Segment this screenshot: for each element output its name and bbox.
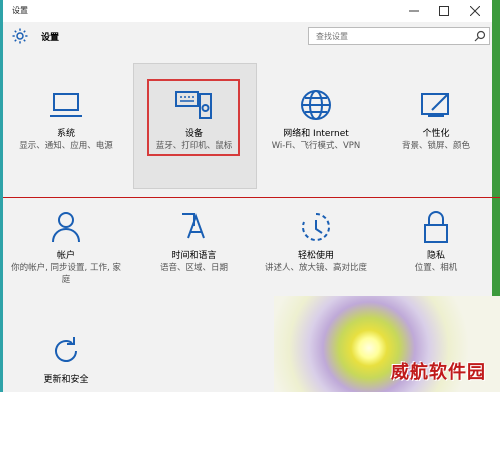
page-title: 设置 <box>41 33 60 43</box>
red-divider-line <box>3 197 500 198</box>
refresh-icon <box>55 337 77 362</box>
search-icon[interactable] <box>474 30 486 42</box>
maximize-icon <box>439 6 449 16</box>
title-bar: 设置 <box>3 0 492 22</box>
tile-label: 设备 <box>184 129 203 139</box>
lock-icon <box>424 211 448 243</box>
person-icon <box>52 212 80 243</box>
tile-label: 轻松使用 <box>297 251 334 261</box>
ease-of-access-icon <box>302 213 330 241</box>
tile-description: Wi-Fi、飞行模式、VPN <box>271 141 361 151</box>
settings-header: 设置 <box>3 22 492 52</box>
tile-system[interactable]: 系统 显示、通知、应用、电源 <box>5 88 127 210</box>
maximize-button[interactable] <box>429 0 459 22</box>
tile-label: 个性化 <box>422 129 450 139</box>
search-input[interactable] <box>309 28 466 44</box>
tile-label: 时间和语言 <box>171 251 217 261</box>
tile-description: 你的帐户, 同步设置, 工作, 家庭 <box>11 263 121 285</box>
minimize-icon <box>409 10 419 12</box>
watermark-image: 威航软件园 <box>274 296 500 392</box>
tile-description: 背景、锁屏、颜色 <box>401 141 470 151</box>
tile-description: 语音、区域、日期 <box>159 263 228 273</box>
window-title: 设置 <box>12 6 28 15</box>
close-button[interactable] <box>460 0 490 22</box>
globe-icon <box>301 90 331 120</box>
tile-description: 位置、相机 <box>414 263 458 273</box>
tile-description: 蓝牙、打印机、鼠标 <box>155 141 233 151</box>
laptop-icon <box>50 93 82 117</box>
tile-description: 显示、通知、应用、电源 <box>19 141 113 151</box>
tile-network[interactable]: 网络和 Internet Wi-Fi、飞行模式、VPN <box>255 88 377 210</box>
paintbrush-icon <box>421 93 449 117</box>
tile-label: 系统 <box>56 129 75 139</box>
time-language-icon <box>182 213 205 239</box>
keyboard-speaker-icon <box>175 91 212 119</box>
tile-devices[interactable]: 设备 蓝牙、打印机、鼠标 <box>133 88 255 210</box>
close-icon <box>470 6 480 16</box>
search-box[interactable] <box>308 27 490 45</box>
tile-label: 帐户 <box>56 251 75 261</box>
tile-label: 隐私 <box>426 251 445 261</box>
tile-update-security[interactable]: 更新和安全 <box>5 334 127 456</box>
minimize-button[interactable] <box>399 0 429 22</box>
tile-personalization[interactable]: 个性化 背景、锁屏、颜色 <box>375 88 497 210</box>
gear-icon <box>12 28 28 44</box>
tile-label: 网络和 Internet <box>283 129 349 139</box>
tile-accounts[interactable]: 帐户 你的帐户, 同步设置, 工作, 家庭 <box>5 210 127 332</box>
tile-label: 更新和安全 <box>43 375 89 385</box>
tile-description: 讲述人、放大镜、高对比度 <box>264 263 367 273</box>
tile-time-language[interactable]: 时间和语言 语音、区域、日期 <box>133 210 255 332</box>
watermark-text: 威航软件园 <box>391 362 486 383</box>
